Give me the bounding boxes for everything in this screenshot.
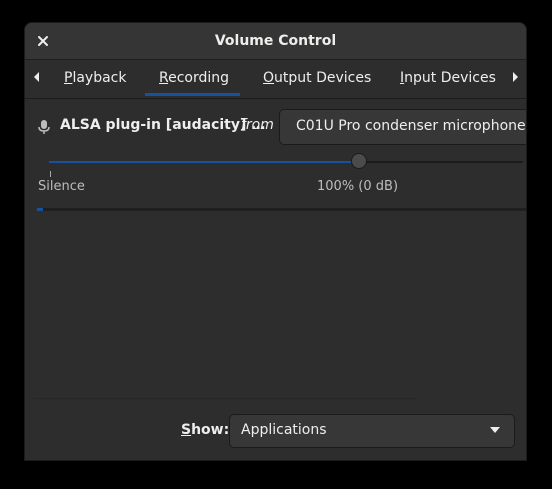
headerbar: Volume Control	[25, 23, 526, 60]
show-label: Show:	[181, 422, 229, 438]
tab-recording-label: ecording	[168, 70, 230, 86]
volume-control-window: Volume Control Playback Recording Output…	[25, 23, 526, 460]
stream-name: ALSA plug-in [audacity] …	[60, 117, 266, 133]
volume-slider-fill	[49, 161, 359, 163]
microphone-icon	[38, 120, 50, 134]
tab-recording[interactable]: Recording	[159, 60, 229, 96]
selected-tab-indicator	[145, 93, 240, 96]
recording-stream-row: ALSA plug-in [audacity] … from C01U Pro …	[25, 109, 526, 219]
show-label-mnemonic: S	[181, 422, 192, 438]
chevron-right-icon	[513, 72, 518, 82]
scale-label-silence: Silence	[38, 179, 85, 194]
peak-level-meter	[37, 208, 526, 211]
tab-output-devices[interactable]: Output Devices	[263, 60, 371, 96]
show-filter-value: Applications	[241, 422, 327, 438]
volume-slider-handle[interactable]	[351, 153, 367, 169]
scroll-tabs-right-button[interactable]	[512, 60, 518, 96]
show-label-text: how:	[191, 422, 230, 438]
tab-playback[interactable]: Playback	[64, 60, 126, 96]
peak-level-fill	[37, 208, 43, 211]
tab-playback-label: layback	[72, 70, 127, 86]
tab-bar: Playback Recording Output Devices Input …	[25, 60, 526, 99]
window-title: Volume Control	[214, 33, 337, 49]
from-label: from	[241, 117, 274, 133]
scale-label-100-percent: 100% (0 dB)	[317, 179, 399, 194]
source-device-button[interactable]: C01U Pro condenser microphone Mono	[279, 109, 526, 145]
tab-recording-mnemonic: R	[159, 70, 169, 86]
tab-output-devices-label: utput Devices	[274, 70, 372, 86]
footer-separator	[33, 398, 417, 399]
tab-output-devices-mnemonic: O	[263, 70, 275, 86]
chevron-left-icon	[34, 72, 39, 82]
dropdown-arrow-icon	[490, 427, 500, 433]
scroll-tabs-left-button[interactable]	[34, 60, 40, 96]
show-filter-combobox[interactable]: Applications	[229, 414, 515, 448]
tab-input-devices-label: nput Devices	[404, 70, 496, 86]
slider-tick-silence	[50, 171, 51, 177]
tab-input-devices[interactable]: Input Devices	[400, 60, 496, 96]
source-device-label: C01U Pro condenser microphone Mono	[296, 118, 526, 134]
